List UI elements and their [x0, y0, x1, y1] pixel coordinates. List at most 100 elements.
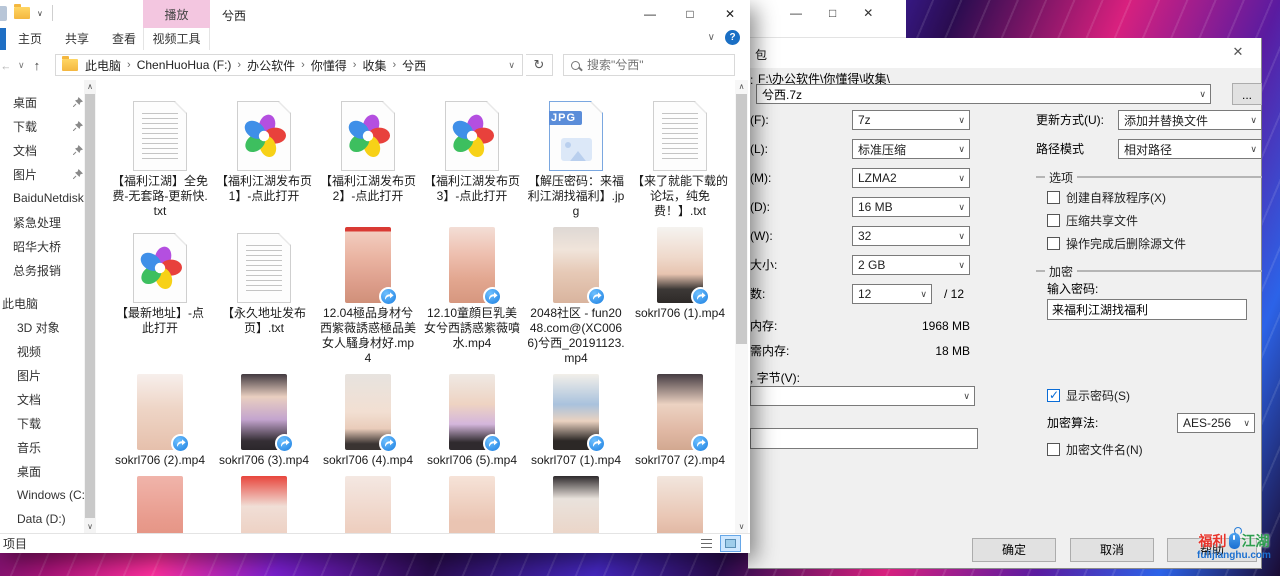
password-input[interactable]: [1052, 300, 1242, 319]
minimize-button[interactable]: —: [630, 0, 670, 28]
file-item[interactable]: sokrl706 (1).mp4: [628, 225, 732, 366]
show-password-option[interactable]: 显示密码(S): [1047, 387, 1130, 403]
format-select[interactable]: 7z∨: [852, 110, 970, 130]
file-item[interactable]: sokrl706 (5).mp4: [420, 372, 524, 468]
tab-view[interactable]: 查看: [112, 28, 136, 50]
scroll-down-icon[interactable]: ∨: [84, 522, 96, 531]
file-item[interactable]: 【最新地址】-点此打开: [108, 225, 212, 366]
chevron-down-icon[interactable]: ∨: [508, 60, 515, 71]
maximize-button[interactable]: □: [670, 0, 710, 28]
file-item[interactable]: 12.04極品身材兮西紫薇誘惑極品美女人騷身材好.mp4: [316, 225, 420, 366]
encryption-algo-select[interactable]: AES-256∨: [1177, 413, 1255, 433]
ok-button[interactable]: 确定: [972, 538, 1056, 562]
scrollbar-thumb[interactable]: [85, 94, 95, 518]
file-item[interactable]: [524, 474, 628, 533]
file-item[interactable]: 【来了就能下载的论坛，纯免费！】.txt: [628, 93, 732, 219]
volume-size-select[interactable]: ∨: [750, 386, 975, 406]
maximize-icon[interactable]: □: [829, 6, 836, 20]
breadcrumb-drive[interactable]: ChenHuoHua (F:): [137, 58, 232, 72]
help-icon[interactable]: ?: [725, 30, 740, 45]
close-icon[interactable]: ✕: [1225, 44, 1251, 62]
file-item[interactable]: sokrl707 (2).mp4: [628, 372, 732, 468]
breadcrumb-this-pc[interactable]: 此电脑: [85, 57, 121, 74]
delete-after-option[interactable]: 操作完成后删除源文件: [1047, 235, 1186, 251]
dictionary-label: (D):: [750, 197, 770, 217]
file-item[interactable]: sokrl706 (4).mp4: [316, 372, 420, 468]
file-item[interactable]: JPG【解压密码：来福利江湖找福利】.jpg: [524, 93, 628, 219]
contextual-group-play[interactable]: 播放: [143, 0, 210, 28]
collapse-ribbon-icon[interactable]: ∨: [708, 32, 715, 43]
up-button[interactable]: ↑: [34, 58, 41, 73]
checkbox-checked-icon[interactable]: [1047, 389, 1060, 402]
archive-name-input[interactable]: [762, 87, 1195, 101]
password-field[interactable]: [1047, 299, 1247, 320]
scroll-up-icon[interactable]: ∧: [84, 82, 96, 91]
details-view-button[interactable]: [696, 535, 717, 552]
file-item[interactable]: 12.10童顔巨乳美女兮西誘惑紫薇噴水.mp4: [420, 225, 524, 366]
file-item[interactable]: [212, 474, 316, 533]
close-icon[interactable]: ✕: [863, 6, 873, 20]
dictionary-select[interactable]: 16 MB∨: [852, 197, 970, 217]
solid-size-select[interactable]: 2 GB∨: [852, 255, 970, 275]
browse-button[interactable]: ...: [1232, 83, 1262, 105]
path-mode-select[interactable]: 相对路径∨: [1118, 139, 1262, 159]
back-button[interactable]: ←: [0, 58, 9, 73]
scroll-up-icon[interactable]: ∧: [735, 82, 748, 91]
sfx-option[interactable]: 创建自释放程序(X): [1047, 189, 1166, 205]
html-file-icon: [237, 101, 291, 171]
word-size-select[interactable]: 32∨: [852, 226, 970, 246]
cancel-button[interactable]: 取消: [1070, 538, 1154, 562]
breadcrumb-folder-2[interactable]: 你懂得: [311, 57, 347, 74]
tab-home[interactable]: 主页: [18, 28, 42, 50]
method-select[interactable]: LZMA2∨: [852, 168, 970, 188]
file-menu-button[interactable]: [0, 28, 6, 50]
video-thumbnail: [449, 374, 495, 450]
breadcrumb-folder-1[interactable]: 办公软件: [247, 57, 295, 74]
checkbox-icon[interactable]: [1047, 191, 1060, 204]
thumbnail-view-button[interactable]: [720, 535, 741, 552]
file-item[interactable]: [316, 474, 420, 533]
scroll-down-icon[interactable]: ∨: [735, 522, 748, 531]
breadcrumb[interactable]: 此电脑› ChenHuoHua (F:)› 办公软件› 你懂得› 收集› 兮西 …: [55, 54, 523, 76]
update-mode-select[interactable]: 添加并替换文件∨: [1118, 110, 1262, 130]
file-item[interactable]: 【永久地址发布页】.txt: [212, 225, 316, 366]
search-input[interactable]: [587, 58, 742, 72]
file-item[interactable]: 【福利江湖】全免费-无套路-更新快.txt: [108, 93, 212, 219]
refresh-button[interactable]: ↻: [526, 54, 553, 76]
file-item[interactable]: 【福利江湖发布页3】-点此打开: [420, 93, 524, 219]
close-button[interactable]: ✕: [710, 0, 750, 28]
threads-select[interactable]: 12∨: [852, 284, 932, 304]
chevron-down-icon: ∨: [958, 173, 965, 184]
sidebar-scrollbar[interactable]: ∧ ∨: [84, 80, 96, 533]
file-item[interactable]: [108, 474, 212, 533]
file-item[interactable]: [420, 474, 524, 533]
archive-name-combo[interactable]: ∨: [756, 84, 1211, 104]
jpg-file-icon: JPG: [549, 101, 603, 171]
chevron-down-icon: ∨: [958, 231, 965, 242]
file-item[interactable]: 【福利江湖发布页1】-点此打开: [212, 93, 316, 219]
file-list-scrollbar[interactable]: ∧ ∨: [735, 80, 748, 533]
checkbox-icon[interactable]: [1047, 237, 1060, 250]
threads-max: / 12: [944, 284, 964, 304]
checkbox-icon[interactable]: [1047, 443, 1060, 456]
breadcrumb-folder-3[interactable]: 收集: [362, 57, 386, 74]
search-box[interactable]: [563, 54, 735, 76]
parameters-field[interactable]: [750, 428, 978, 449]
shared-files-option[interactable]: 压缩共享文件: [1047, 212, 1138, 228]
tab-share[interactable]: 共享: [65, 28, 89, 50]
file-item[interactable]: 2048社区 - fun2048.com@(XC0066)兮西_20191123…: [524, 225, 628, 366]
recent-locations-icon[interactable]: ∨: [18, 60, 25, 71]
file-item[interactable]: sokrl706 (2).mp4: [108, 372, 212, 468]
encrypt-names-option[interactable]: 加密文件名(N): [1047, 441, 1143, 457]
minimize-icon[interactable]: —: [790, 6, 802, 20]
chevron-down-icon[interactable]: ∨: [37, 9, 43, 18]
level-select[interactable]: 标准压缩∨: [852, 139, 970, 159]
scrollbar-thumb[interactable]: [736, 94, 747, 344]
breadcrumb-folder-4[interactable]: 兮西: [402, 57, 426, 74]
file-item[interactable]: 【福利江湖发布页2】-点此打开: [316, 93, 420, 219]
file-item[interactable]: sokrl707 (1).mp4: [524, 372, 628, 468]
checkbox-icon[interactable]: [1047, 214, 1060, 227]
file-item[interactable]: [628, 474, 732, 533]
file-item[interactable]: sokrl706 (3).mp4: [212, 372, 316, 468]
tab-video-tools[interactable]: 视频工具: [143, 28, 210, 50]
